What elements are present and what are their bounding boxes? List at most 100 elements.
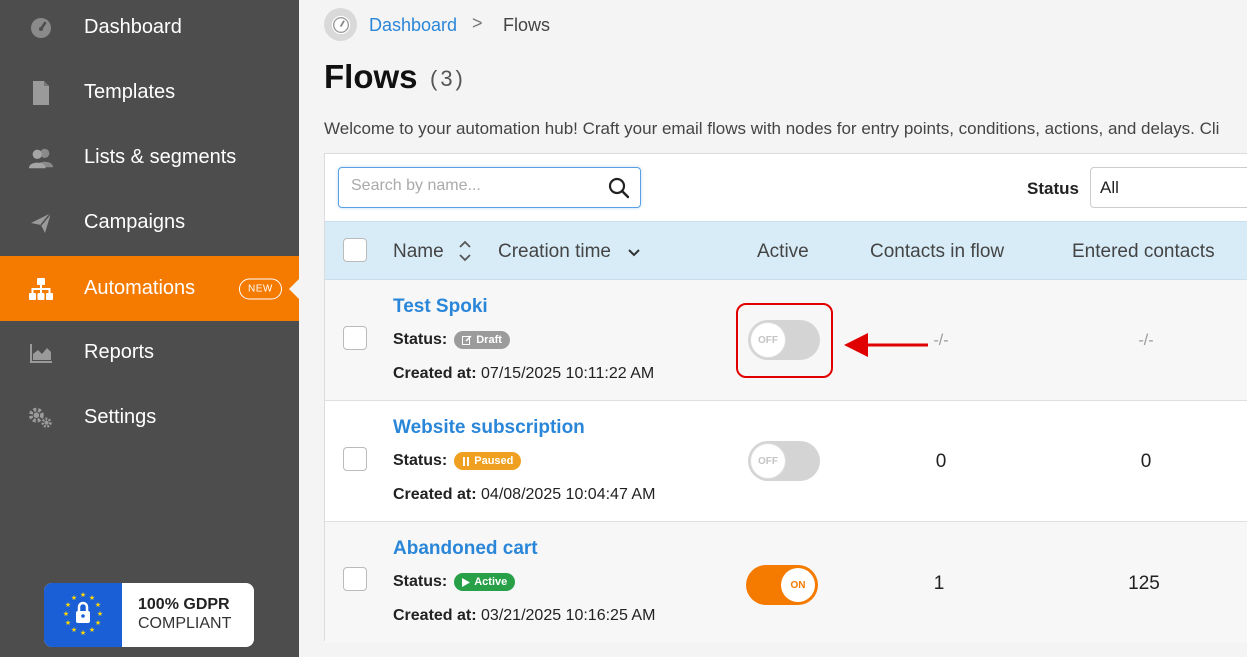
area-chart-icon [28, 340, 54, 366]
svg-text:★: ★ [89, 626, 95, 634]
breadcrumb-dashboard-link[interactable]: Dashboard [369, 15, 457, 36]
entered-contacts-value: 125 [1128, 573, 1160, 594]
toggle-knob: ON [781, 568, 815, 602]
created-value: 07/15/2025 10:11:22 AM [481, 365, 655, 382]
status-key: Status: [393, 573, 448, 590]
svg-text:★: ★ [63, 610, 69, 618]
new-badge: NEW [239, 278, 282, 299]
sidebar-item-label: Settings [84, 406, 157, 428]
gdpr-title: 100% GDPR [138, 596, 230, 613]
flow-created: Created at: 03/21/2025 10:16:25 AM [393, 607, 655, 625]
gdpr-badge: ★ ★ ★ ★ ★ ★ ★ ★ ★ ★ ★ ★ 100% GDPR COMPLIANT [44, 583, 254, 647]
svg-text:★: ★ [80, 591, 86, 599]
flow-status: Status: Paused [393, 452, 522, 470]
pause-icon [463, 456, 470, 466]
table-row: Abandoned cart Status: Active Created at… [325, 522, 1247, 643]
flow-name-link[interactable]: Website subscription [393, 417, 585, 439]
svg-text:★: ★ [97, 610, 103, 618]
sidebar-item-settings[interactable]: Settings [0, 385, 299, 450]
created-value: 04/08/2025 10:04:47 AM [481, 486, 656, 503]
status-badge-label: Draft [476, 334, 502, 346]
gdpr-subtitle: COMPLIANT [138, 615, 232, 632]
flow-name-link[interactable]: Abandoned cart [393, 538, 538, 560]
table-header: Name Creation time Active Contacts in fl… [325, 221, 1247, 280]
sidebar-item-automations[interactable]: Automations NEW [0, 256, 299, 321]
status-filter-label: Status [1027, 179, 1079, 198]
svg-text:★: ★ [65, 619, 71, 627]
created-key: Created at: [393, 486, 477, 503]
sidebar-item-label: Automations [84, 277, 196, 299]
created-key: Created at: [393, 607, 477, 624]
row-checkbox[interactable] [343, 447, 367, 471]
status-filter-value: All [1100, 178, 1119, 197]
status-badge-label: Active [474, 576, 508, 588]
active-toggle[interactable]: ON [746, 565, 818, 605]
sidebar-item-label: Lists & segments [84, 146, 237, 168]
users-icon [28, 145, 54, 171]
sidebar-item-templates[interactable]: Templates [0, 60, 299, 125]
breadcrumb-separator: > [472, 13, 483, 33]
entered-contacts-value: -/- [1138, 332, 1154, 349]
column-entered-contacts: Entered contacts [1072, 241, 1215, 262]
column-active: Active [757, 241, 809, 262]
chevron-down-icon[interactable] [627, 245, 641, 263]
flow-created: Created at: 07/15/2025 10:11:22 AM [393, 365, 654, 383]
paper-plane-icon [28, 210, 54, 236]
status-badge: Paused [454, 452, 522, 470]
created-key: Created at: [393, 365, 477, 382]
svg-text:★: ★ [95, 601, 101, 609]
annotation-highlight-box [736, 303, 833, 378]
sidebar-item-label: Campaigns [84, 211, 186, 233]
svg-text:★: ★ [89, 594, 95, 602]
sidebar-item-campaigns[interactable]: Campaigns [0, 190, 299, 255]
document-icon [28, 80, 54, 106]
svg-text:★: ★ [80, 629, 86, 637]
active-toggle[interactable]: OFF [748, 441, 820, 481]
sidebar-item-label: Reports [84, 341, 155, 363]
status-badge-label: Paused [474, 455, 514, 467]
search-box[interactable] [338, 167, 641, 208]
column-creation-time[interactable]: Creation time [498, 241, 611, 263]
svg-text:★: ★ [95, 619, 101, 627]
play-icon [462, 577, 471, 587]
toggle-knob: OFF [751, 444, 785, 478]
sidebar: Dashboard Templates Lists & segments Cam… [0, 0, 299, 657]
search-input[interactable] [351, 177, 601, 195]
eu-flag-icon: ★ ★ ★ ★ ★ ★ ★ ★ ★ ★ ★ ★ [44, 583, 122, 647]
entered-contacts-value: 0 [1140, 451, 1152, 472]
status-filter-select[interactable]: All [1090, 167, 1247, 208]
sidebar-item-label: Dashboard [84, 16, 182, 38]
status-badge: Draft [454, 331, 510, 349]
row-checkbox[interactable] [343, 326, 367, 350]
created-value: 03/21/2025 10:16:25 AM [481, 607, 656, 624]
flow-name-link[interactable]: Test Spoki [393, 296, 488, 318]
flows-panel: Status All Name Creation time Active Con… [324, 153, 1247, 643]
status-key: Status: [393, 452, 448, 469]
sidebar-item-lists-segments[interactable]: Lists & segments [0, 125, 299, 190]
flow-count: (3) [430, 66, 466, 91]
gears-icon [28, 405, 54, 431]
sidebar-item-label: Templates [84, 81, 176, 103]
annotation-arrow-icon [842, 330, 930, 365]
flow-status: Status: Active [393, 573, 516, 591]
status-badge: Active [454, 573, 516, 591]
dashboard-home-icon[interactable] [324, 8, 357, 41]
column-contacts-in-flow: Contacts in flow [870, 241, 1005, 262]
contacts-in-flow-value: 0 [935, 451, 947, 472]
speedometer-icon [28, 15, 54, 41]
flow-status: Status: Draft [393, 331, 510, 349]
sidebar-item-reports[interactable]: Reports [0, 320, 299, 385]
column-name[interactable]: Name [393, 241, 444, 263]
select-all-checkbox[interactable] [343, 238, 367, 262]
sidebar-item-dashboard[interactable]: Dashboard [0, 0, 299, 60]
table-row: Website subscription Status: Paused Crea… [325, 401, 1247, 522]
intro-text: Welcome to your automation hub! Craft yo… [324, 119, 1220, 138]
edit-icon [462, 335, 472, 345]
search-icon[interactable] [608, 177, 630, 204]
sitemap-icon [28, 276, 54, 302]
svg-text:★: ★ [71, 594, 77, 602]
svg-text:★: ★ [71, 626, 77, 634]
row-checkbox[interactable] [343, 567, 367, 591]
breadcrumb-current: Flows [503, 15, 551, 35]
sort-icon[interactable] [458, 238, 472, 269]
